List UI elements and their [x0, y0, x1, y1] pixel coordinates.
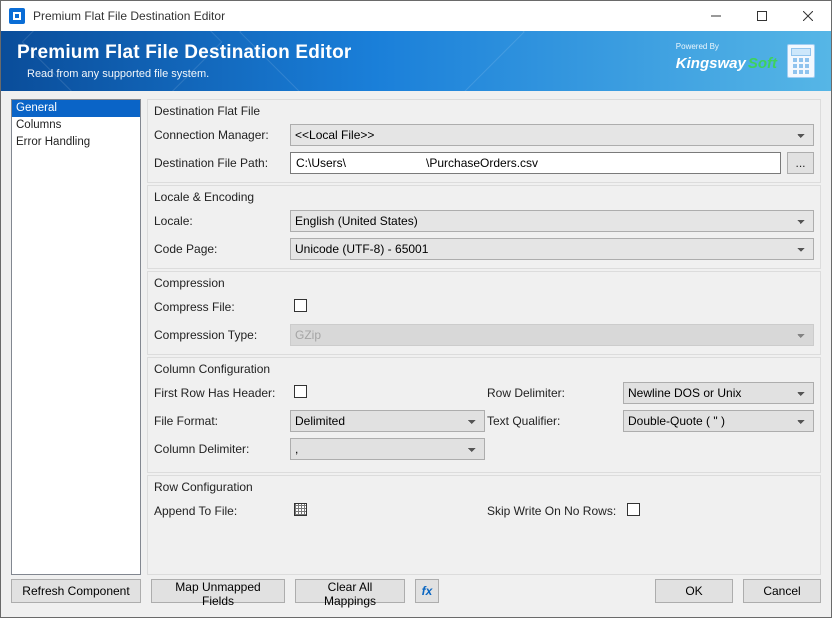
cancel-button[interactable]: Cancel	[743, 579, 821, 603]
column-delimiter-label: Column Delimiter:	[154, 442, 284, 456]
column-delimiter-select[interactable]: ,	[290, 438, 485, 460]
compress-file-checkbox[interactable]	[294, 299, 307, 312]
fx-icon: fx	[422, 584, 433, 598]
locale-label: Locale:	[154, 214, 284, 228]
sidebar-item-label: Error Handling	[16, 136, 90, 148]
banner: Premium Flat File Destination Editor Rea…	[1, 31, 831, 91]
clear-mappings-button[interactable]: Clear All Mappings	[295, 579, 405, 603]
group-header: Compression	[148, 272, 820, 296]
compression-type-select: GZip	[290, 324, 814, 346]
group-row-config: Row Configuration Append To File: Skip W…	[147, 475, 821, 575]
window-buttons	[693, 1, 831, 31]
maximize-button[interactable]	[739, 1, 785, 31]
sidebar-item-columns[interactable]: Columns	[12, 117, 140, 134]
window-title: Premium Flat File Destination Editor	[33, 9, 225, 23]
component-icon	[787, 44, 815, 78]
close-button[interactable]	[785, 1, 831, 31]
sidebar: General Columns Error Handling	[11, 99, 141, 575]
browse-button[interactable]: ...	[787, 152, 814, 174]
footer: Refresh Component Map Unmapped Fields Cl…	[1, 575, 831, 617]
skip-write-label: Skip Write On No Rows:	[487, 504, 617, 518]
group-destination: Destination Flat File Connection Manager…	[147, 99, 821, 183]
ellipsis-icon: ...	[795, 156, 805, 170]
banner-subtitle: Read from any supported file system.	[27, 68, 351, 80]
append-to-file-checkbox[interactable]	[294, 503, 307, 516]
row-delimiter-select[interactable]: Newline DOS or Unix	[623, 382, 814, 404]
append-to-file-label: Append To File:	[154, 504, 284, 518]
sidebar-item-label: Columns	[16, 119, 61, 131]
titlebar: Premium Flat File Destination Editor	[1, 1, 831, 31]
destination-path-label: Destination File Path:	[154, 156, 284, 170]
banner-title: Premium Flat File Destination Editor	[17, 42, 351, 64]
map-unmapped-button[interactable]: Map Unmapped Fields	[151, 579, 285, 603]
codepage-label: Code Page:	[154, 242, 284, 256]
sidebar-item-error-handling[interactable]: Error Handling	[12, 134, 140, 151]
destination-path-input[interactable]	[290, 152, 781, 174]
text-qualifier-select[interactable]: Double-Quote ( " )	[623, 410, 814, 432]
group-header: Destination Flat File	[148, 100, 820, 124]
first-row-header-label: First Row Has Header:	[154, 386, 284, 400]
compression-type-label: Compression Type:	[154, 328, 284, 342]
app-window: Premium Flat File Destination Editor Pre…	[0, 0, 832, 618]
group-header: Column Configuration	[148, 358, 820, 382]
connection-manager-label: Connection Manager:	[154, 128, 284, 142]
refresh-component-button[interactable]: Refresh Component	[11, 579, 141, 603]
brand-logo: KingswaySoft	[676, 55, 777, 72]
group-locale: Locale & Encoding Locale: English (Unite…	[147, 185, 821, 269]
expression-button[interactable]: fx	[415, 579, 439, 603]
sidebar-item-label: General	[16, 102, 57, 114]
file-format-label: File Format:	[154, 414, 284, 428]
group-header: Locale & Encoding	[148, 186, 820, 210]
group-header: Row Configuration	[148, 476, 820, 500]
brand-text-2: Soft	[748, 55, 777, 72]
content-area: General Columns Error Handling Destinati…	[1, 91, 831, 575]
body: General Columns Error Handling Destinati…	[1, 91, 831, 617]
first-row-header-checkbox[interactable]	[294, 385, 307, 398]
ok-button[interactable]: OK	[655, 579, 733, 603]
powered-by-label: Powered By	[676, 42, 719, 51]
skip-write-checkbox[interactable]	[627, 503, 640, 516]
locale-select[interactable]: English (United States)	[290, 210, 814, 232]
connection-manager-select[interactable]: <<Local File>>	[290, 124, 814, 146]
compress-file-label: Compress File:	[154, 300, 284, 314]
brand-text-1: Kingsway	[676, 55, 746, 72]
minimize-button[interactable]	[693, 1, 739, 31]
group-compression: Compression Compress File: Compression T…	[147, 271, 821, 355]
sidebar-item-general[interactable]: General	[12, 100, 140, 117]
group-column-config: Column Configuration First Row Has Heade…	[147, 357, 821, 473]
row-delimiter-label: Row Delimiter:	[487, 386, 617, 400]
file-format-select[interactable]: Delimited	[290, 410, 485, 432]
main-panel: Destination Flat File Connection Manager…	[147, 99, 821, 575]
text-qualifier-label: Text Qualifier:	[487, 414, 617, 428]
codepage-select[interactable]: Unicode (UTF-8) - 65001	[290, 238, 814, 260]
app-icon	[9, 8, 25, 24]
